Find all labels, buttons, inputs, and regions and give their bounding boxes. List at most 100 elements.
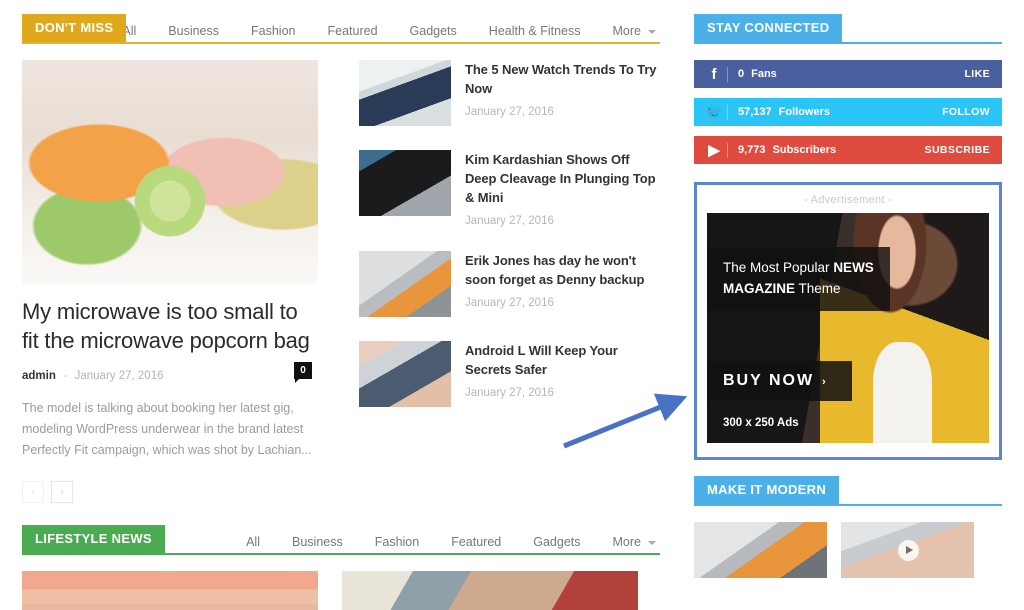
list-item-date: January 27, 2016 [465,297,659,309]
social-widget: f 0 Fans LIKE 🐦 57,137 Followers FOLLOW … [694,60,1002,164]
make-it-modern-card[interactable] [694,522,827,578]
make-it-modern-accent-rule [694,504,1002,506]
featured-article-meta: admin - January 27, 2016 0 [22,366,318,386]
stay-connected-title: STAY CONNECTED [694,14,842,42]
list-item-date: January 27, 2016 [465,215,659,227]
tab-gadgets[interactable]: Gadgets [394,22,473,40]
lifestyle-block-header: LIFESTYLE NEWS All Business Fashion Feat… [22,525,660,555]
youtube-label: Subscribers [773,144,837,156]
list-item-date: January 27, 2016 [465,387,659,399]
ad-headline-prefix: The Most Popular [723,260,833,275]
page-root: DON'T MISS All Business Fashion Featured… [0,0,1024,610]
featured-pager: ‹ › [22,481,318,503]
youtube-row[interactable]: ▶ 9,773 Subscribers SUBSCRIBE [694,136,1002,164]
chevron-down-icon [648,30,656,34]
list-item[interactable]: Android L Will Keep Your Secrets Safer J… [359,341,659,407]
facebook-like-button[interactable]: LIKE [964,68,990,80]
list-item-text: The 5 New Watch Trends To Try Now Januar… [465,60,659,126]
ad-headline-bold-news: NEWS [833,260,874,275]
lifestyle-tab-gadgets[interactable]: Gadgets [517,533,596,551]
lifestyle-card-image[interactable] [342,571,638,610]
divider [727,67,728,82]
list-item[interactable]: Kim Kardashian Shows Off Deep Cleavage I… [359,150,659,227]
divider [727,105,728,120]
advertisement-label: - Advertisement - [707,194,989,206]
stay-connected-accent-rule [694,42,1002,44]
youtube-play-icon: ▶ [703,141,725,159]
advertisement-box[interactable]: - Advertisement - The Most Popular NEWS M… [694,182,1002,460]
tab-health-fitness[interactable]: Health & Fitness [473,22,597,40]
featured-article[interactable]: My microwave is too small to fit the mic… [22,60,318,503]
lifestyle-card-image[interactable] [22,571,318,610]
tab-featured[interactable]: Featured [312,22,394,40]
lifestyle-tab-featured[interactable]: Featured [435,533,517,551]
dont-miss-title: DON'T MISS [22,14,126,42]
dont-miss-tabs: All Business Fashion Featured Gadgets He… [106,22,660,40]
tab-more-label: More [613,24,641,38]
play-icon[interactable] [898,540,919,561]
make-it-modern-card[interactable] [841,522,974,578]
twitter-icon: 🐦 [703,103,725,121]
featured-article-image[interactable] [22,60,318,284]
pager-prev-button[interactable]: ‹ [22,481,44,503]
stay-connected-header: STAY CONNECTED [694,14,1002,44]
tab-fashion[interactable]: Fashion [235,22,311,40]
featured-article-title[interactable]: My microwave is too small to fit the mic… [22,297,318,355]
list-item-date: January 27, 2016 [465,106,659,118]
twitter-follow-button[interactable]: FOLLOW [942,106,990,118]
advertisement-buy-now-button[interactable]: BUY NOW› [707,361,852,401]
article-thumbnail[interactable] [359,341,451,407]
featured-and-list-wrap: My microwave is too small to fit the mic… [22,60,660,503]
lifestyle-tab-all[interactable]: All [230,533,276,551]
lifestyle-tab-more-label: More [613,535,641,549]
lifestyle-tab-business[interactable]: Business [276,533,359,551]
dont-miss-block-header: DON'T MISS All Business Fashion Featured… [22,14,660,44]
list-item-text: Kim Kardashian Shows Off Deep Cleavage I… [465,150,659,227]
tab-more[interactable]: More [597,22,660,40]
ad-headline-bold-magazine: MAGAZINE [723,281,795,296]
lifestyle-title: LIFESTYLE NEWS [22,525,165,553]
list-item-text: Erik Jones has day he won't soon forget … [465,251,659,317]
facebook-label: Fans [751,68,777,80]
list-item-title[interactable]: Erik Jones has day he won't soon forget … [465,251,659,289]
list-item-title[interactable]: The 5 New Watch Trends To Try Now [465,60,659,98]
pager-next-button[interactable]: › [51,481,73,503]
advertisement-headline: The Most Popular NEWS MAGAZINE Theme [707,247,890,311]
divider [727,143,728,158]
article-thumbnail[interactable] [359,251,451,317]
make-it-modern-header: MAKE IT MODERN [694,476,1002,506]
advertisement-creative[interactable]: The Most Popular NEWS MAGAZINE Theme BUY … [707,213,989,443]
chevron-down-icon [648,541,656,545]
twitter-row[interactable]: 🐦 57,137 Followers FOLLOW [694,98,1002,126]
comment-count-badge[interactable]: 0 [294,362,312,379]
article-list: The 5 New Watch Trends To Try Now Januar… [359,60,659,503]
list-item[interactable]: Erik Jones has day he won't soon forget … [359,251,659,317]
facebook-count: 0 [738,68,744,80]
tab-business[interactable]: Business [152,22,235,40]
article-thumbnail[interactable] [359,150,451,216]
facebook-row[interactable]: f 0 Fans LIKE [694,60,1002,88]
advertisement-size-note: 300 x 250 Ads [723,417,799,429]
lifestyle-card-grid [22,571,660,610]
youtube-count: 9,773 [738,144,766,156]
facebook-icon: f [703,66,725,83]
list-item[interactable]: The 5 New Watch Trends To Try Now Januar… [359,60,659,126]
list-item-title[interactable]: Kim Kardashian Shows Off Deep Cleavage I… [465,150,659,207]
meta-separator: - [63,370,67,382]
sidebar-column: STAY CONNECTED f 0 Fans LIKE 🐦 57,137 Fo… [694,14,1002,578]
lifestyle-tabs: All Business Fashion Featured Gadgets Mo… [230,533,660,551]
make-it-modern-grid [694,522,1002,578]
lifestyle-accent-rule [22,553,660,555]
make-it-modern-title: MAKE IT MODERN [694,476,839,504]
chevron-right-icon: › [822,376,826,388]
list-item-title[interactable]: Android L Will Keep Your Secrets Safer [465,341,659,379]
dont-miss-accent-rule [22,42,660,44]
featured-article-author[interactable]: admin [22,370,56,382]
lifestyle-tab-fashion[interactable]: Fashion [359,533,435,551]
ad-headline-suffix: Theme [795,281,841,296]
featured-article-date: January 27, 2016 [75,370,164,382]
article-thumbnail[interactable] [359,60,451,126]
twitter-label: Followers [779,106,830,118]
lifestyle-tab-more[interactable]: More [597,533,660,551]
youtube-subscribe-button[interactable]: SUBSCRIBE [925,144,990,156]
